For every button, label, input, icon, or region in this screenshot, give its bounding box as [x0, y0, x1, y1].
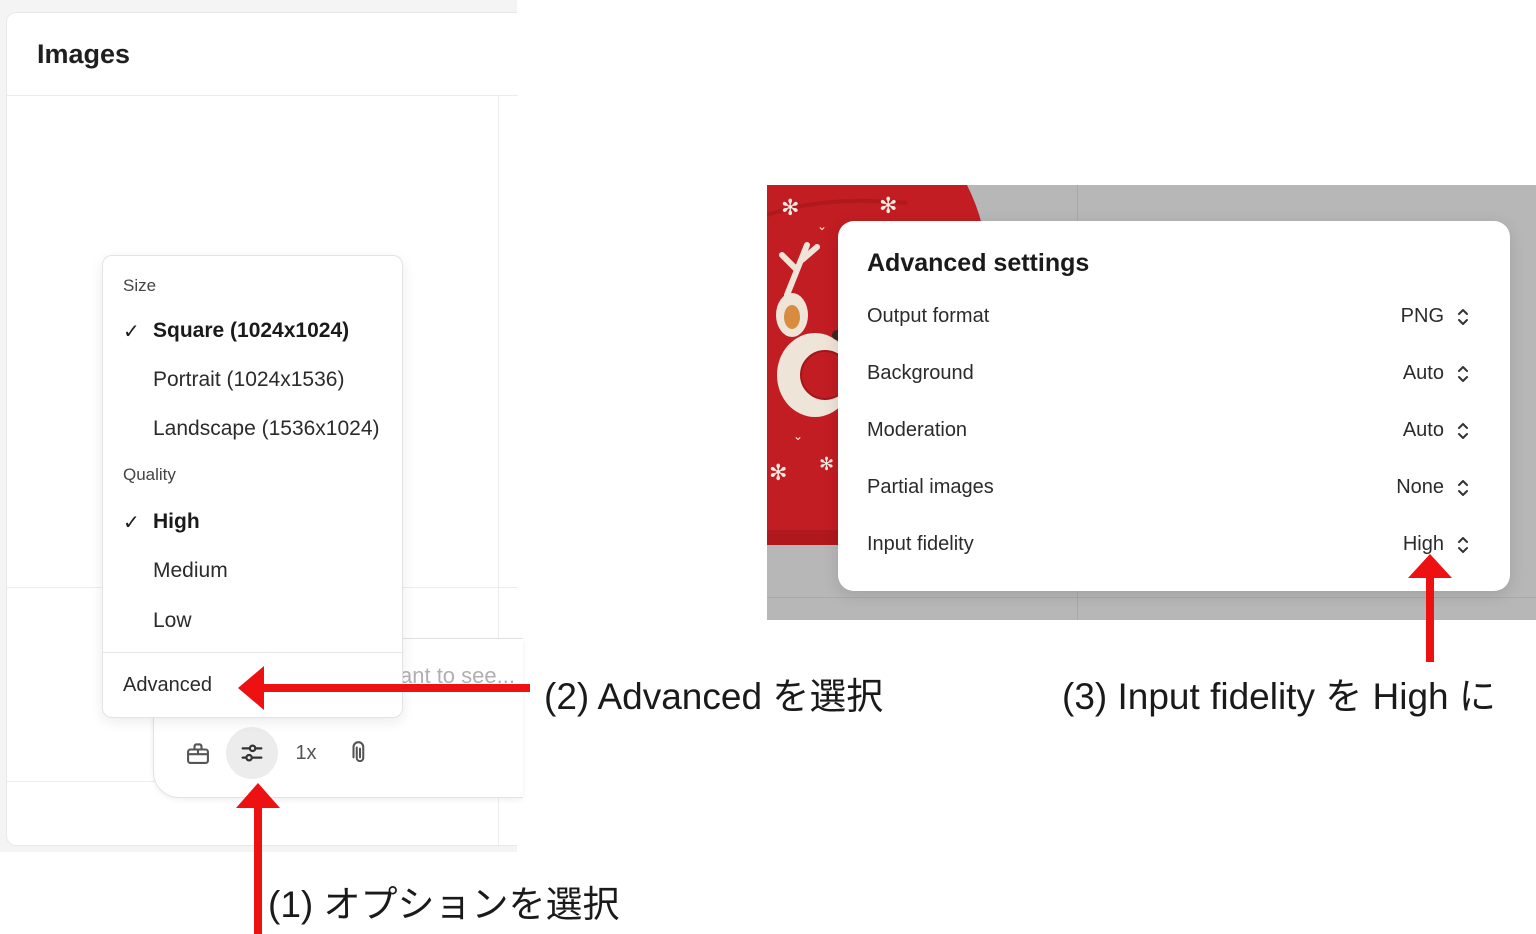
annotation-step-1: (1) オプションを選択 [268, 884, 620, 925]
arrow-up-icon [1408, 554, 1452, 662]
annotation-arrows [236, 554, 1452, 934]
annotation-step-3: (3) Input fidelity を High に [1062, 676, 1496, 717]
annotation-step-2: (2) Advanced を選択 [544, 676, 884, 717]
arrow-left-icon [238, 666, 530, 710]
